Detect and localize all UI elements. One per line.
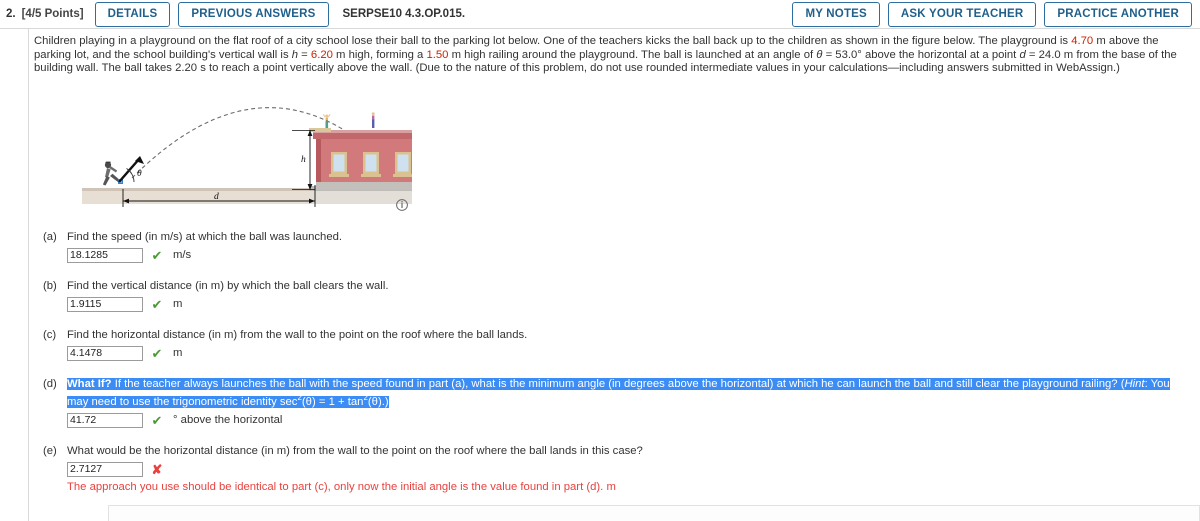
question-header: 2. [4/5 Points] DETAILS PREVIOUS ANSWERS… bbox=[0, 0, 1200, 28]
part-c-unit: m bbox=[173, 347, 183, 360]
part-a-label: (a) bbox=[43, 230, 57, 243]
part-d: (d) What If? If the teacher always launc… bbox=[34, 377, 1194, 428]
part-d-selected-text: What If? If the teacher always launches … bbox=[67, 377, 1170, 408]
header-actions: MY NOTES ASK YOUR TEACHER PRACTICE ANOTH… bbox=[784, 2, 1192, 27]
trajectory-path bbox=[131, 106, 345, 179]
part-d-question: What If? If the teacher always launches … bbox=[67, 377, 1194, 409]
part-c-label: (c) bbox=[43, 328, 57, 341]
building-windows bbox=[329, 151, 412, 177]
part-e-label: (e) bbox=[43, 444, 57, 457]
question-points: [4/5 Points] bbox=[21, 8, 84, 20]
part-c-question: Find the horizontal distance (in m) from… bbox=[67, 328, 528, 341]
next-question-panel bbox=[108, 505, 1200, 521]
part-d-hint-word: Hint bbox=[1124, 377, 1145, 390]
figure-label-h: h bbox=[301, 155, 306, 165]
cornice bbox=[309, 127, 331, 132]
figure-label-d: d bbox=[214, 192, 219, 202]
child-standing bbox=[371, 112, 375, 128]
part-d-whatif: What If? bbox=[67, 377, 112, 390]
part-a-question: Find the speed (in m/s) at which the bal… bbox=[67, 230, 343, 243]
part-e-question: What would be the horizontal distance (i… bbox=[67, 444, 643, 457]
part-e-feedback-text: The approach you use should be identical… bbox=[67, 480, 604, 493]
part-b-input[interactable] bbox=[67, 296, 143, 312]
question-number: 2. bbox=[6, 8, 16, 20]
previous-answers-button[interactable]: PREVIOUS ANSWERS bbox=[178, 1, 329, 27]
part-e-input[interactable] bbox=[67, 461, 143, 477]
part-b-unit: m bbox=[173, 298, 183, 311]
part-d-unit: ° above the horizontal bbox=[173, 414, 283, 427]
part-c-input[interactable] bbox=[67, 345, 143, 361]
value-playground-height: 4.70 bbox=[1071, 35, 1094, 47]
part-d-correct-icon: ✔ bbox=[151, 412, 163, 428]
building-parapet bbox=[313, 131, 412, 139]
problem-page: 2. [4/5 Points] DETAILS PREVIOUS ANSWERS… bbox=[0, 0, 1200, 521]
part-b-label: (b) bbox=[43, 279, 57, 292]
practice-another-button[interactable]: PRACTICE ANOTHER bbox=[1044, 2, 1192, 27]
part-b-correct-icon: ✔ bbox=[151, 296, 163, 312]
part-a-correct-icon: ✔ bbox=[151, 247, 163, 263]
ground-edge bbox=[82, 187, 312, 191]
ask-your-teacher-button[interactable]: ASK YOUR TEACHER bbox=[887, 2, 1037, 27]
part-e: (e) What would be the horizontal distanc… bbox=[34, 444, 1194, 494]
part-d-text-1: If the teacher always launches the ball … bbox=[111, 377, 1125, 390]
part-c-answer-row: ✔ m bbox=[67, 345, 1194, 361]
question-body: Children playing in a playground on the … bbox=[0, 28, 1200, 521]
part-b: (b) Find the vertical distance (in m) by… bbox=[34, 279, 1194, 312]
problem-statement: Children playing in a playground on the … bbox=[34, 35, 1194, 76]
value-railing-height: 1.50 bbox=[426, 48, 449, 61]
part-d-answer-row: ✔ ° above the horizontal bbox=[67, 412, 1194, 428]
part-b-question: Find the vertical distance (in m) by whi… bbox=[67, 279, 389, 292]
part-c: (c) Find the horizontal distance (in m) … bbox=[34, 328, 1194, 361]
projectile-diagram: θ h d bbox=[82, 106, 412, 211]
part-e-unit: m bbox=[606, 480, 616, 493]
part-c-correct-icon: ✔ bbox=[151, 345, 163, 361]
part-d-text-4: (θ).) bbox=[367, 395, 389, 408]
figure-label-theta: θ bbox=[137, 169, 142, 179]
question-code: SERPSE10 4.3.OP.015. bbox=[342, 8, 466, 20]
problem-figure: θ h d bbox=[82, 86, 412, 214]
problem-text-5: m high railing around the playground. Th… bbox=[448, 48, 817, 61]
part-b-answer-row: ✔ m bbox=[67, 296, 1194, 312]
part-e-incorrect-icon: ✘ bbox=[151, 461, 163, 477]
building-base bbox=[316, 181, 412, 190]
details-button[interactable]: DETAILS bbox=[94, 1, 171, 27]
part-d-input[interactable] bbox=[67, 412, 143, 428]
my-notes-button[interactable]: MY NOTES bbox=[792, 2, 880, 27]
problem-text-1: Children playing in a playground on the … bbox=[34, 35, 1072, 47]
part-a: (a) Find the speed (in m/s) at which the… bbox=[34, 230, 1194, 263]
left-rule bbox=[28, 28, 29, 521]
info-icon[interactable] bbox=[396, 198, 408, 211]
problem-text-4: m high, forming a bbox=[332, 48, 427, 61]
problem-text-3: = bbox=[298, 48, 311, 61]
problem-text-6: = 53.0° above the horizontal at a point bbox=[822, 48, 1020, 61]
question-content: Children playing in a playground on the … bbox=[28, 35, 1200, 521]
part-d-text-3: (θ) = 1 + tan bbox=[301, 395, 364, 408]
part-a-unit: m/s bbox=[173, 249, 192, 262]
part-a-answer-row: ✔ m/s bbox=[67, 247, 1194, 263]
sidewalk bbox=[310, 189, 412, 204]
value-wall-height: 6.20 bbox=[310, 48, 333, 61]
part-e-feedback: The approach you use should be identical… bbox=[67, 480, 1194, 494]
part-d-label: (d) bbox=[43, 377, 57, 390]
part-e-answer-row: ✘ bbox=[67, 461, 1194, 477]
part-a-input[interactable] bbox=[67, 247, 143, 263]
parking-lot-ground bbox=[82, 189, 312, 204]
